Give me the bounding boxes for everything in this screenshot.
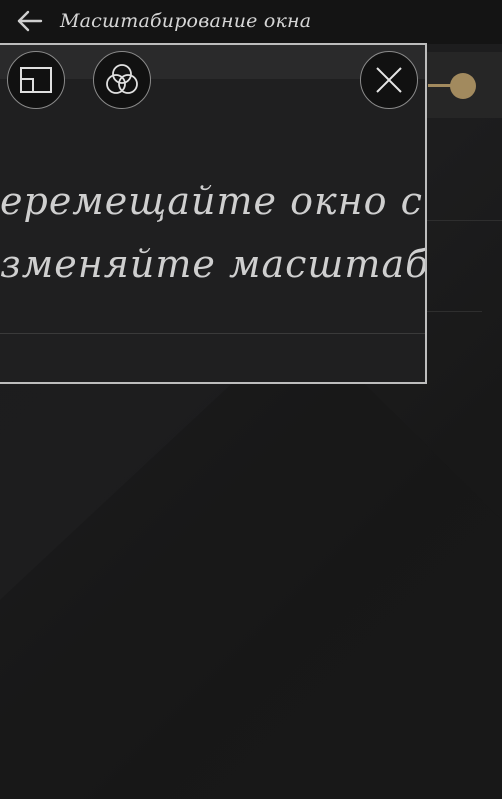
color-filter-icon bbox=[106, 64, 138, 94]
app-bar: Масштабирование окна bbox=[0, 0, 502, 44]
magnified-text-line-1: еремещайте окно с по bbox=[0, 179, 425, 223]
resize-button[interactable] bbox=[7, 51, 65, 109]
magnified-text-line-2: зменяйте масштаб дв bbox=[0, 242, 427, 286]
zoom-slider-thumb[interactable] bbox=[450, 73, 476, 99]
page-title: Масштабирование окна bbox=[60, 10, 312, 32]
close-button[interactable] bbox=[360, 51, 418, 109]
window-resize-icon bbox=[20, 67, 52, 93]
back-button[interactable] bbox=[10, 4, 48, 38]
magnified-divider bbox=[0, 333, 425, 334]
color-filter-button[interactable] bbox=[93, 51, 151, 109]
arrow-left-icon bbox=[17, 10, 43, 32]
close-icon bbox=[376, 67, 402, 93]
screen: Масштабирование окна еремещайте окно с п… bbox=[0, 0, 502, 799]
background-divider bbox=[425, 311, 482, 312]
background-divider bbox=[425, 220, 502, 221]
